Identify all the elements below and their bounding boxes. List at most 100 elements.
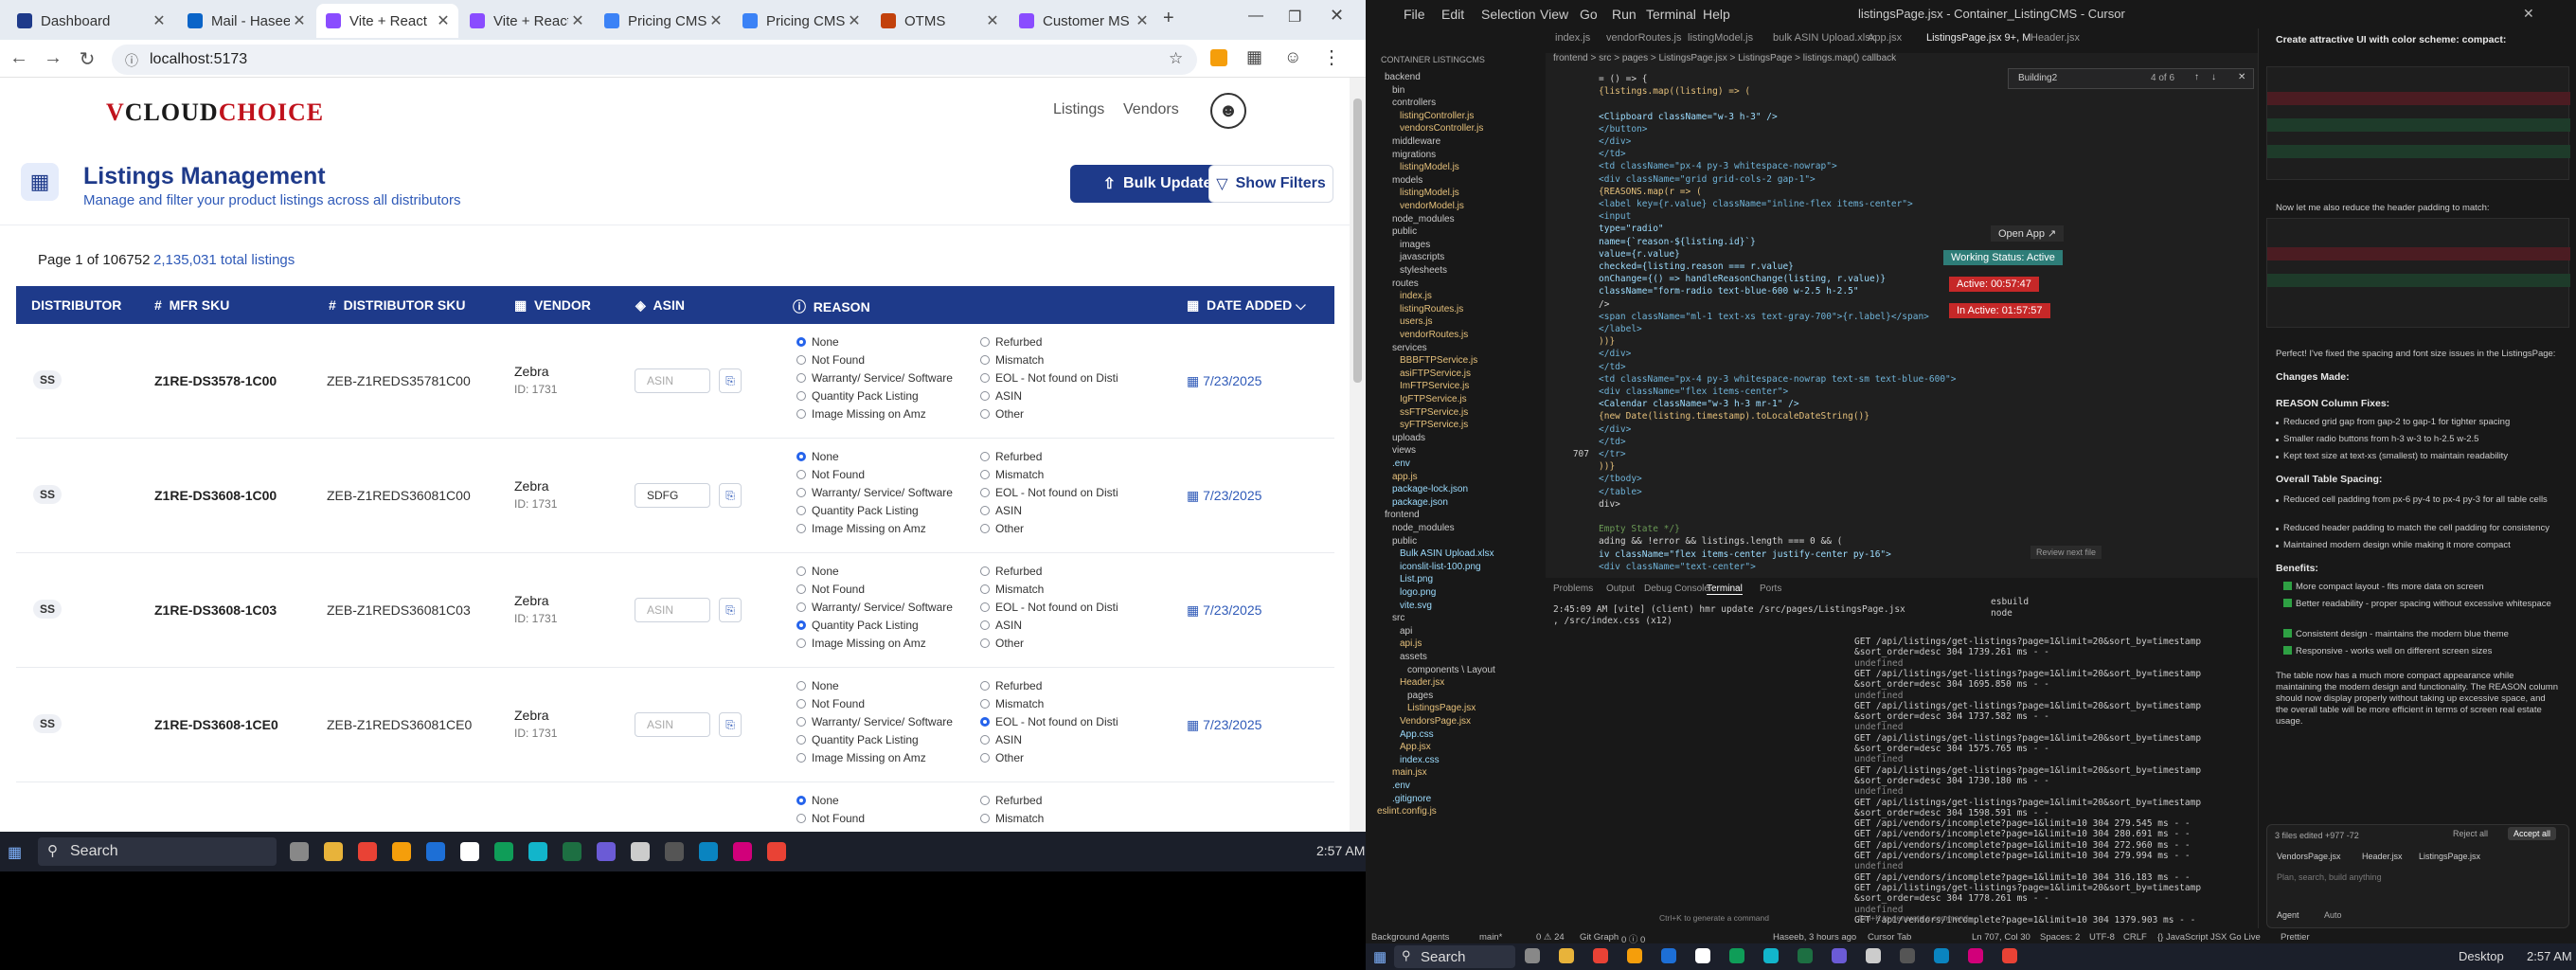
code-line[interactable]: </button> [1599,124,1647,135]
menu-item[interactable]: Help [1703,7,1730,22]
browser-tab[interactable]: Customer MS ✕ [1010,4,1157,38]
radio-circle-icon[interactable] [980,814,990,823]
reason-radio[interactable]: None [796,450,839,463]
radio-circle-icon[interactable] [980,602,990,612]
explorer-item[interactable]: src [1392,613,1404,623]
copy-icon[interactable]: ⎘ [719,483,742,508]
explorer-item[interactable]: api.js [1400,638,1422,649]
taskbar-app-icon[interactable] [1900,948,1915,963]
radio-circle-icon[interactable] [796,620,806,630]
browser-tab[interactable]: Vite + React ✕ [316,4,458,38]
code-line[interactable]: <td className="px-4 py-3 whitespace-nowr… [1599,374,1957,385]
radio-circle-icon[interactable] [980,452,990,461]
extension-icon[interactable] [1210,49,1227,66]
radio-circle-icon[interactable] [796,452,806,461]
code-line[interactable]: </div> [1599,136,1631,147]
explorer-item[interactable]: index.css [1400,755,1440,765]
code-line[interactable]: </td> [1599,362,1626,372]
taskbar-app-icon[interactable] [1763,948,1779,963]
tab-close-icon[interactable]: ✕ [568,11,587,30]
code-line[interactable]: Empty State */} [1599,524,1680,534]
radio-circle-icon[interactable] [980,681,990,691]
reason-radio[interactable]: Quantity Pack Listing [796,504,919,517]
back-icon[interactable]: ← [8,47,30,69]
reason-radio[interactable]: Not Found [796,583,865,596]
explorer-item[interactable]: vendorRoutes.js [1400,330,1468,340]
explorer-item[interactable]: javascripts [1400,252,1444,262]
explorer-item[interactable]: models [1392,175,1422,186]
reason-radio[interactable]: Refurbed [980,794,1042,807]
url-field[interactable]: ⓘ localhost:5173 ☆ [112,45,1197,75]
edited-file[interactable]: VendorsPage.jsx [2277,852,2341,861]
radio-circle-icon[interactable] [796,355,806,365]
code-line[interactable]: <span className="ml-1 text-xs text-gray-… [1599,312,1929,322]
asin-input[interactable]: SDFG [635,483,710,508]
brand-logo[interactable]: VCLOUDCHOICE [106,99,324,127]
reason-radio[interactable]: None [796,679,839,692]
explorer-item[interactable]: uploads [1392,433,1425,443]
reason-radio[interactable]: None [796,794,839,807]
radio-circle-icon[interactable] [980,524,990,533]
code-line[interactable]: <input [1599,211,1631,222]
radio-circle-icon[interactable] [980,409,990,419]
radio-circle-icon[interactable] [980,717,990,727]
bookmark-star-icon[interactable]: ☆ [1169,49,1183,68]
code-line[interactable]: onChange={() => handleReasonChange(listi… [1599,274,1886,284]
taskbar-app-icon[interactable] [392,842,411,861]
code-line[interactable]: name={`reason-${listing.id}`} [1599,237,1756,247]
radio-circle-icon[interactable] [796,584,806,594]
col-vendor[interactable]: ▦ VENDOR [514,297,591,314]
taskbar-app-icon[interactable] [1525,948,1540,963]
taskbar-app-icon[interactable] [1934,948,1949,963]
new-tab-button[interactable]: + [1163,8,1174,29]
explorer-item[interactable]: BBBFTPService.js [1400,355,1477,366]
radio-circle-icon[interactable] [796,796,806,805]
tab-close-icon[interactable]: ✕ [983,11,1002,30]
editor-tab[interactable]: vendorRoutes.js [1606,32,1682,44]
radio-circle-icon[interactable] [980,488,990,497]
code-line[interactable]: {new Date(listing.timestamp).toLocaleDat… [1599,411,1869,422]
explorer-item[interactable]: stylesheets [1400,265,1447,276]
taskbar-app-icon[interactable] [324,842,343,861]
reason-radio[interactable]: ASIN [980,389,1022,403]
radio-circle-icon[interactable] [980,470,990,479]
explorer-item[interactable]: IgFTPService.js [1400,394,1467,404]
tab-close-icon[interactable]: ✕ [434,11,453,30]
status-item[interactable]: CRLF [2123,932,2147,943]
browser-menu-icon[interactable]: ⋮ [1322,45,1341,69]
edited-file[interactable]: ListingsPage.jsx [2419,852,2480,861]
explorer-item[interactable]: users.js [1400,316,1432,327]
taskbar-app-icon[interactable] [494,842,513,861]
terminal-session-2[interactable]: node [1991,608,2012,619]
status-item[interactable]: Git Graph [1580,932,1619,943]
explorer-item[interactable]: vite.svg [1400,601,1432,611]
explorer-item[interactable]: node_modules [1392,214,1455,225]
taskbar-search[interactable]: ⚲ Search [1394,945,1515,968]
taskbar-app-icon[interactable] [2002,948,2017,963]
asin-input[interactable]: ASIN [635,368,710,393]
reason-radio[interactable]: Not Found [796,697,865,710]
reason-radio[interactable]: Mismatch [980,583,1044,596]
tab-close-icon[interactable]: ✕ [1133,11,1152,30]
radio-circle-icon[interactable] [796,373,806,383]
reason-radio[interactable]: Image Missing on Amz [796,637,926,650]
explorer-item[interactable]: logo.png [1400,587,1436,598]
explorer-item[interactable]: pages [1407,691,1433,701]
taskbar-app-icon[interactable] [528,842,547,861]
copy-icon[interactable]: ⎘ [719,598,742,622]
reason-radio[interactable]: Mismatch [980,697,1044,710]
find-input[interactable]: Building2 [2018,73,2057,83]
status-item[interactable]: Spaces: 2 [2040,932,2080,943]
explorer-item[interactable]: package-lock.json [1392,484,1468,494]
editor-tab[interactable]: bulk ASIN Upload.xlsx [1773,32,1875,44]
explorer-item[interactable]: .env [1392,781,1410,791]
reason-radio[interactable]: Refurbed [980,450,1042,463]
reason-radio[interactable]: Quantity Pack Listing [796,733,919,746]
page-scrollbar[interactable] [1350,78,1366,832]
review-next-file[interactable]: Review next file [2030,546,2102,559]
explorer-item[interactable]: views [1392,445,1416,456]
code-line[interactable]: ))} [1599,461,1615,472]
code-line[interactable]: ading && !error && listings.length === 0… [1599,536,1842,547]
reason-radio[interactable]: Image Missing on Amz [796,751,926,764]
code-line[interactable]: </tbody> [1599,474,1642,484]
